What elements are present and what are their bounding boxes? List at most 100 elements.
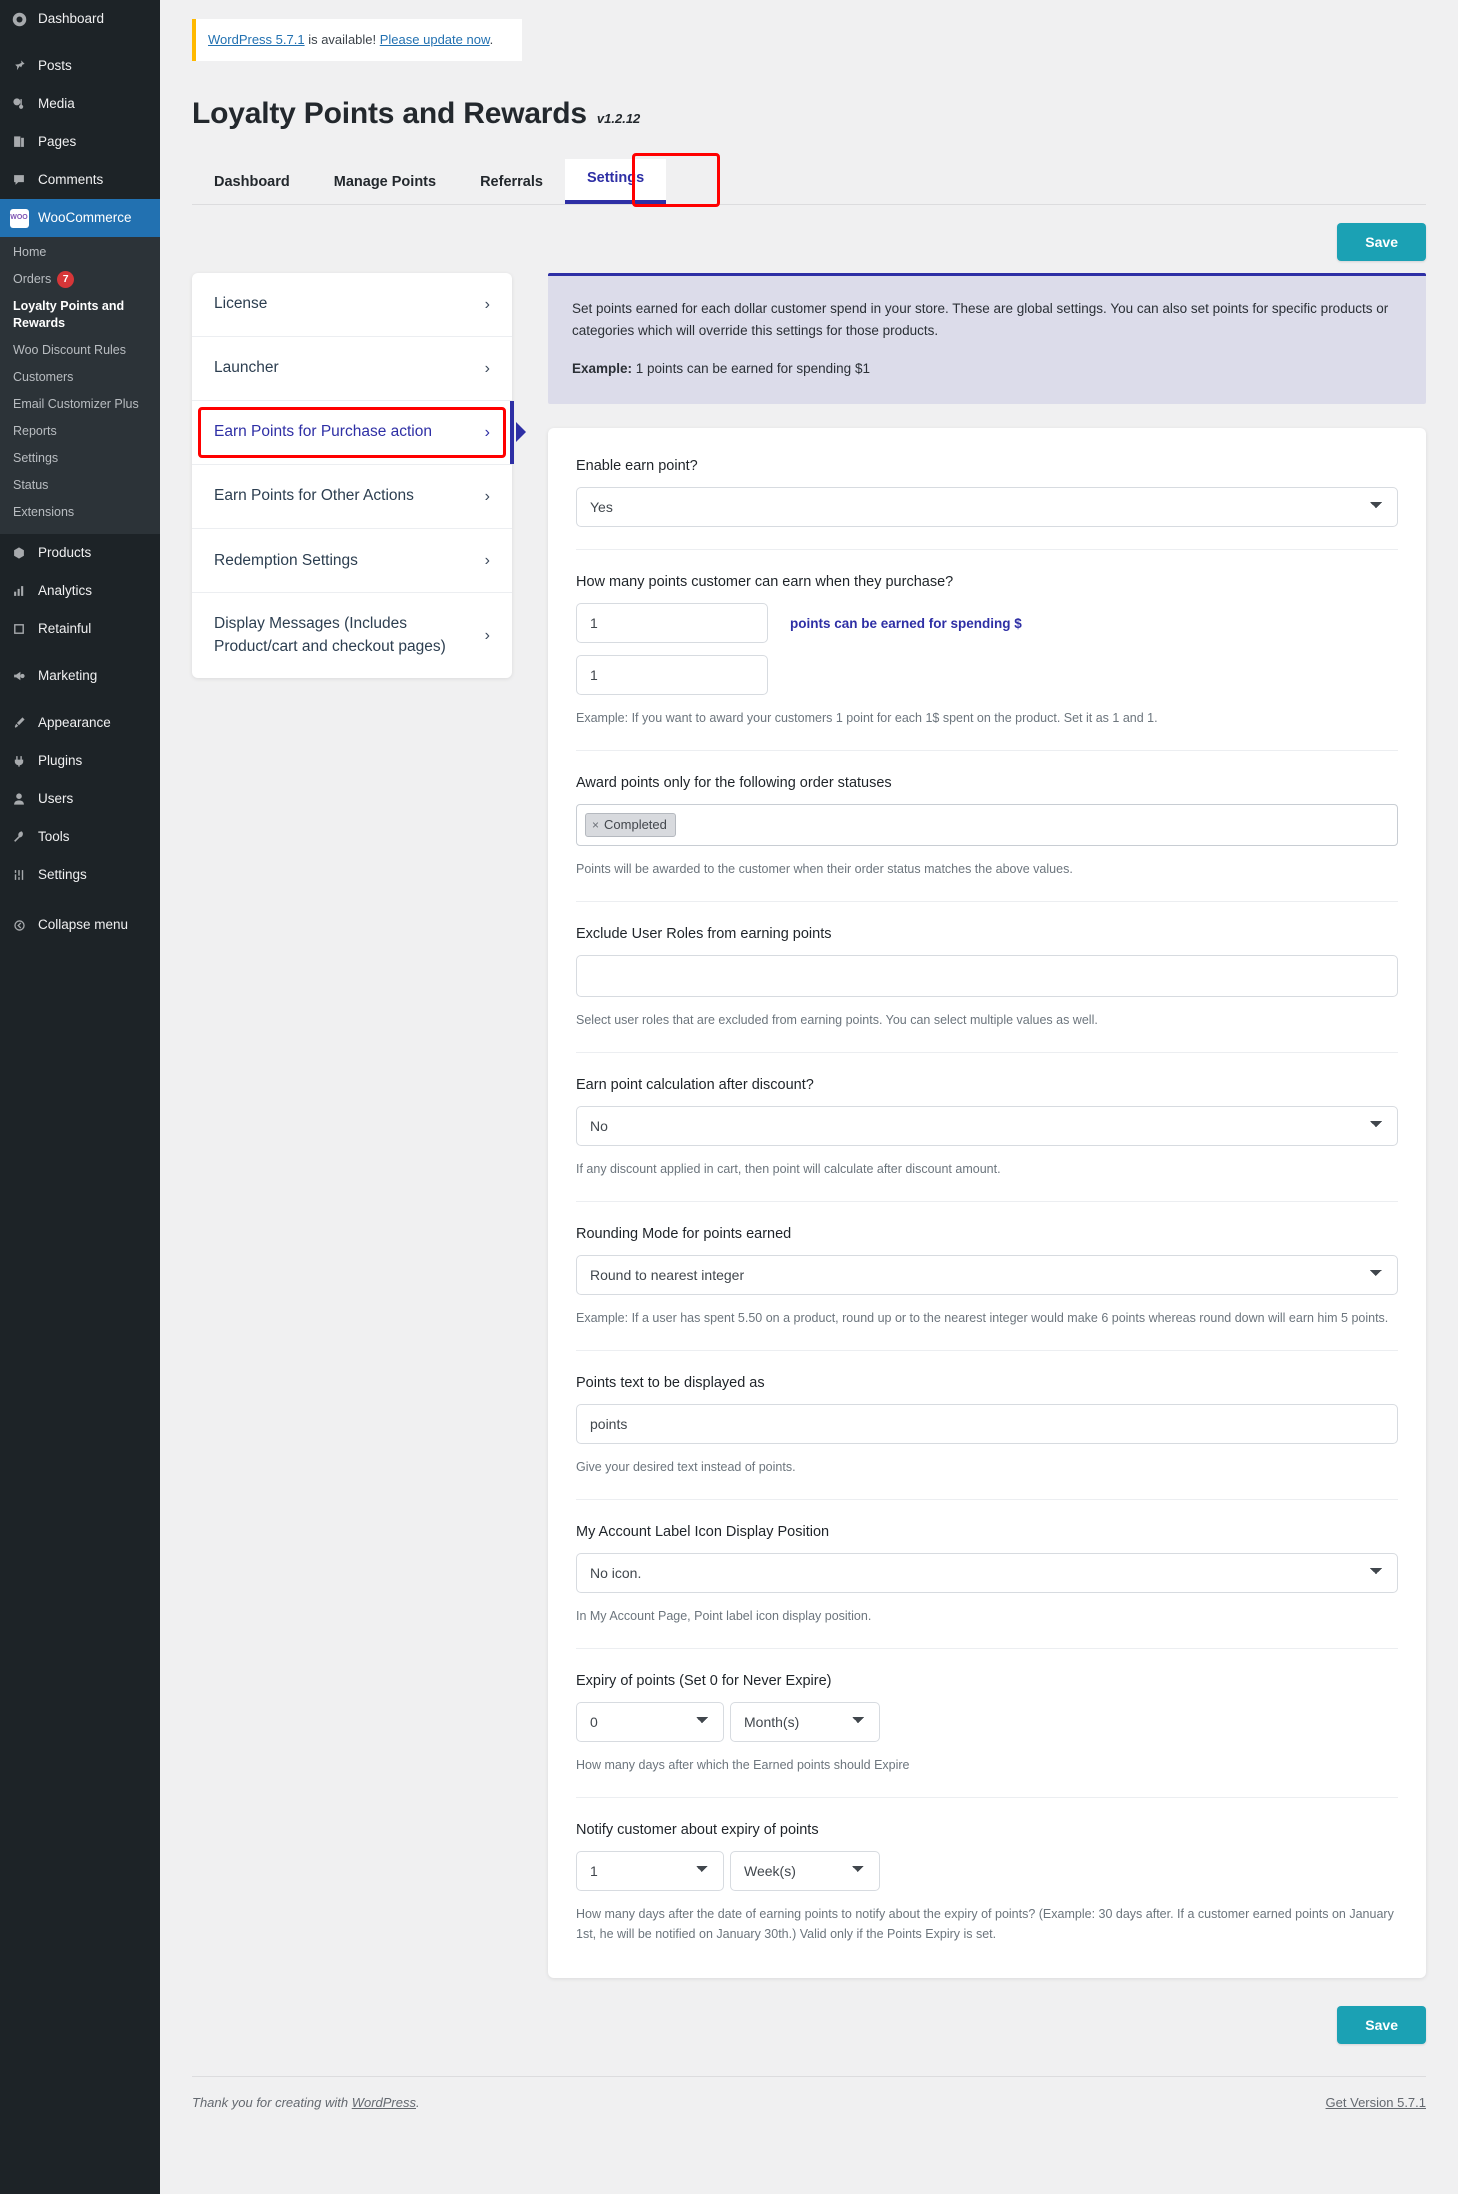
sidebar-item-tools[interactable]: Tools <box>0 818 160 856</box>
sidebar-subitem-status[interactable]: Status <box>0 472 160 499</box>
sidebar-item-pages[interactable]: Pages <box>0 123 160 161</box>
sidebar-item-marketing[interactable]: Marketing <box>0 657 160 695</box>
settings-nav-item-license[interactable]: License › <box>192 273 512 337</box>
sidebar-subitem-extensions[interactable]: Extensions <box>0 499 160 526</box>
sidebar-item-label: Posts <box>38 57 72 75</box>
notify-unit-select[interactable]: Week(s) <box>730 1851 880 1891</box>
pin-icon <box>9 56 29 76</box>
dashboard-icon <box>9 9 29 29</box>
field-points-text: Points text to be displayed as Give your… <box>576 1375 1398 1500</box>
sidebar-item-settings[interactable]: Settings <box>0 856 160 894</box>
sidebar-item-label: Media <box>38 95 75 113</box>
sidebar-subitem-reports[interactable]: Reports <box>0 418 160 445</box>
woocommerce-submenu: Home Orders 7 Loyalty Points and Rewards… <box>0 237 160 534</box>
tab-settings[interactable]: Settings <box>565 159 666 204</box>
enable-earn-point-select[interactable]: Yes <box>576 487 1398 527</box>
sidebar-item-comments[interactable]: Comments <box>0 161 160 199</box>
content-wrap: WordPress 5.7.1 is available! Please upd… <box>160 19 1458 2130</box>
wordpress-link[interactable]: WordPress <box>352 2095 416 2110</box>
tab-bar: Dashboard Manage Points Referrals Settin… <box>192 157 1426 205</box>
wp-admin-sidebar: Dashboard Posts Media Pages Comments <box>0 0 160 2194</box>
sidebar-item-retainful[interactable]: Retainful <box>0 610 160 648</box>
get-version-link[interactable]: Get Version 5.7.1 <box>1326 2095 1426 2110</box>
settings-nav-item-earn-points-for-purchase-action[interactable]: Earn Points for Purchase action › <box>192 401 512 465</box>
settings-nav-active-bar <box>510 401 514 464</box>
sidebar-item-label: Tools <box>38 828 70 846</box>
sidebar-item-label: Comments <box>38 171 103 189</box>
sidebar-item-users[interactable]: Users <box>0 780 160 818</box>
sidebar-subitem-loyalty-points-and-rewards[interactable]: Loyalty Points and Rewards <box>0 293 160 337</box>
page-title: Loyalty Points and Rewards <box>192 97 587 131</box>
rounding-mode-select[interactable]: Round to nearest integer <box>576 1255 1398 1295</box>
settings-nav-item-display-messages[interactable]: Display Messages (Includes Product/cart … <box>192 593 512 678</box>
sidebar-item-label: WooCommerce <box>38 209 132 227</box>
media-icon <box>9 94 29 114</box>
sidebar-collapse-menu[interactable]: Collapse menu <box>0 906 160 944</box>
expiry-row: 0 Month(s) <box>576 1702 1398 1742</box>
save-button-bottom[interactable]: Save <box>1337 2006 1426 2044</box>
sidebar-subitem-label: Email Customizer Plus <box>13 396 139 413</box>
expiry-unit-select[interactable]: Month(s) <box>730 1702 880 1742</box>
settings-nav: License › Launcher › Earn Points for Pur… <box>192 273 512 679</box>
spend-amount-row <box>576 655 1398 695</box>
main-content: WordPress 5.7.1 is available! Please upd… <box>160 0 1458 2194</box>
field-after-discount: Earn point calculation after discount? N… <box>576 1077 1398 1202</box>
settings-nav-item-earn-points-for-other-actions[interactable]: Earn Points for Other Actions › <box>192 465 512 529</box>
sidebar-item-woocommerce[interactable]: WOO WooCommerce <box>0 199 160 237</box>
admin-page: Dashboard Posts Media Pages Comments <box>0 0 1458 2194</box>
sidebar-item-dashboard[interactable]: Dashboard <box>0 0 160 38</box>
points-earned-input[interactable] <box>576 603 768 643</box>
sidebar-item-plugins[interactable]: Plugins <box>0 742 160 780</box>
token-completed[interactable]: × Completed <box>585 813 676 837</box>
field-help: How many days after which the Earned poi… <box>576 1755 1398 1775</box>
pages-icon <box>9 132 29 152</box>
exclude-roles-input[interactable] <box>576 955 1398 997</box>
expiry-number-select[interactable]: 0 <box>576 1702 724 1742</box>
sidebar-divider <box>0 695 160 704</box>
sidebar-subitem-home[interactable]: Home <box>0 239 160 266</box>
orders-count-badge: 7 <box>57 271 74 288</box>
woocommerce-icon: WOO <box>9 208 29 228</box>
icon-position-select[interactable]: No icon. <box>576 1553 1398 1593</box>
wordpress-version-link[interactable]: WordPress 5.7.1 <box>208 32 305 47</box>
sidebar-subitem-label: Woo Discount Rules <box>13 342 126 359</box>
sidebar-item-media[interactable]: Media <box>0 85 160 123</box>
sidebar-divider <box>0 38 160 47</box>
token-remove-icon[interactable]: × <box>592 818 599 832</box>
settings-nav-item-launcher[interactable]: Launcher › <box>192 337 512 401</box>
user-icon <box>9 789 29 809</box>
notify-expiry-row: 1 Week(s) <box>576 1851 1398 1891</box>
chevron-right-icon: › <box>485 293 490 316</box>
settings-nav-label: Earn Points for Other Actions <box>214 485 414 507</box>
sidebar-subitem-orders[interactable]: Orders 7 <box>0 266 160 293</box>
sidebar-subitem-woo-discount-rules[interactable]: Woo Discount Rules <box>0 337 160 364</box>
tab-referrals[interactable]: Referrals <box>458 163 565 204</box>
field-exclude-roles: Exclude User Roles from earning points S… <box>576 926 1398 1053</box>
tab-manage-points[interactable]: Manage Points <box>312 163 458 204</box>
save-button-top[interactable]: Save <box>1337 223 1426 261</box>
order-statuses-tokenfield[interactable]: × Completed <box>576 804 1398 846</box>
sidebar-subitem-label: Status <box>13 477 48 494</box>
sidebar-subitem-settings[interactable]: Settings <box>0 445 160 472</box>
notify-number-select[interactable]: 1 <box>576 1851 724 1891</box>
sidebar-item-products[interactable]: Products <box>0 534 160 572</box>
chevron-right-icon: › <box>485 549 490 572</box>
sidebar-subitem-customers[interactable]: Customers <box>0 364 160 391</box>
field-help: How many days after the date of earning … <box>576 1904 1398 1944</box>
points-text-input[interactable] <box>576 1404 1398 1444</box>
sidebar-item-posts[interactable]: Posts <box>0 47 160 85</box>
sidebar-subitem-email-customizer-plus[interactable]: Email Customizer Plus <box>0 391 160 418</box>
after-discount-select[interactable]: No <box>576 1106 1398 1146</box>
save-row-bottom: Save <box>548 2006 1426 2044</box>
megaphone-icon <box>9 666 29 686</box>
retainful-icon <box>9 619 29 639</box>
footer-thanks-suffix: . <box>416 2095 420 2110</box>
field-enable-earn-point: Enable earn point? Yes <box>576 458 1398 550</box>
info-box-example-label: Example: <box>572 361 632 376</box>
spend-amount-input[interactable] <box>576 655 768 695</box>
tab-dashboard[interactable]: Dashboard <box>192 163 312 204</box>
settings-nav-item-redemption-settings[interactable]: Redemption Settings › <box>192 529 512 593</box>
update-now-link[interactable]: Please update now <box>380 32 490 47</box>
sidebar-item-appearance[interactable]: Appearance <box>0 704 160 742</box>
sidebar-item-analytics[interactable]: Analytics <box>0 572 160 610</box>
